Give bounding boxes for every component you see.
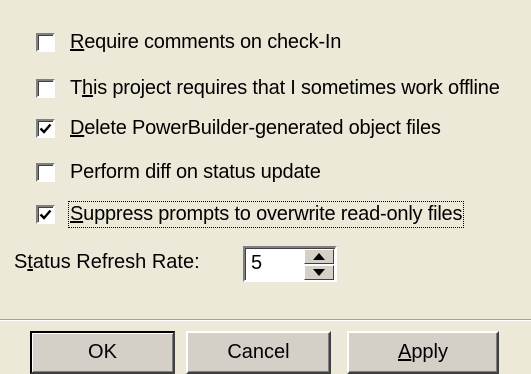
checkbox-perform-diff[interactable]	[36, 162, 55, 182]
option-label: Delete PowerBuilder-generated object fil…	[70, 116, 441, 139]
apply-button[interactable]: Apply	[347, 331, 499, 374]
option-label: Suppress prompts to overwrite read-only …	[67, 200, 465, 228]
option-label: Require comments on check-In	[70, 30, 342, 53]
option-work-offline[interactable]: This project requires that I sometimes w…	[36, 76, 500, 100]
arrow-down-icon	[313, 269, 325, 276]
ok-button-label: OK	[88, 341, 117, 363]
arrow-up-icon	[313, 253, 325, 260]
checkbox-require-comments[interactable]	[36, 32, 55, 52]
checkbox-suppress-prompts[interactable]	[36, 204, 55, 224]
cancel-button-label: Cancel	[227, 341, 290, 363]
option-label: Perform diff on status update	[70, 160, 321, 183]
apply-button-label: Apply	[397, 341, 449, 363]
option-require-comments[interactable]: Require comments on check-In	[36, 30, 341, 54]
checkmark-icon	[39, 123, 52, 134]
checkmark-icon	[39, 209, 52, 220]
spin-down-button[interactable]	[304, 265, 334, 280]
status-refresh-rate-spinner[interactable]: 5	[243, 246, 337, 282]
option-suppress-prompts[interactable]: Suppress prompts to overwrite read-only …	[36, 200, 465, 228]
cancel-button[interactable]: Cancel	[186, 331, 331, 374]
status-refresh-rate-input[interactable]: 5	[251, 252, 262, 275]
checkbox-work-offline[interactable]	[36, 78, 55, 98]
ok-button[interactable]: OK	[30, 331, 175, 374]
option-label: This project requires that I sometimes w…	[70, 76, 500, 99]
divider	[0, 320, 531, 321]
checkbox-delete-generated-files[interactable]	[36, 118, 55, 138]
option-perform-diff[interactable]: Perform diff on status update	[36, 160, 321, 184]
option-delete-generated-files[interactable]: Delete PowerBuilder-generated object fil…	[36, 116, 441, 140]
options-dialog: { "options": [ {"label": "Require commen…	[0, 0, 531, 374]
spin-up-button[interactable]	[304, 249, 334, 264]
status-refresh-label: St atus Refresh Rate:	[14, 251, 200, 273]
